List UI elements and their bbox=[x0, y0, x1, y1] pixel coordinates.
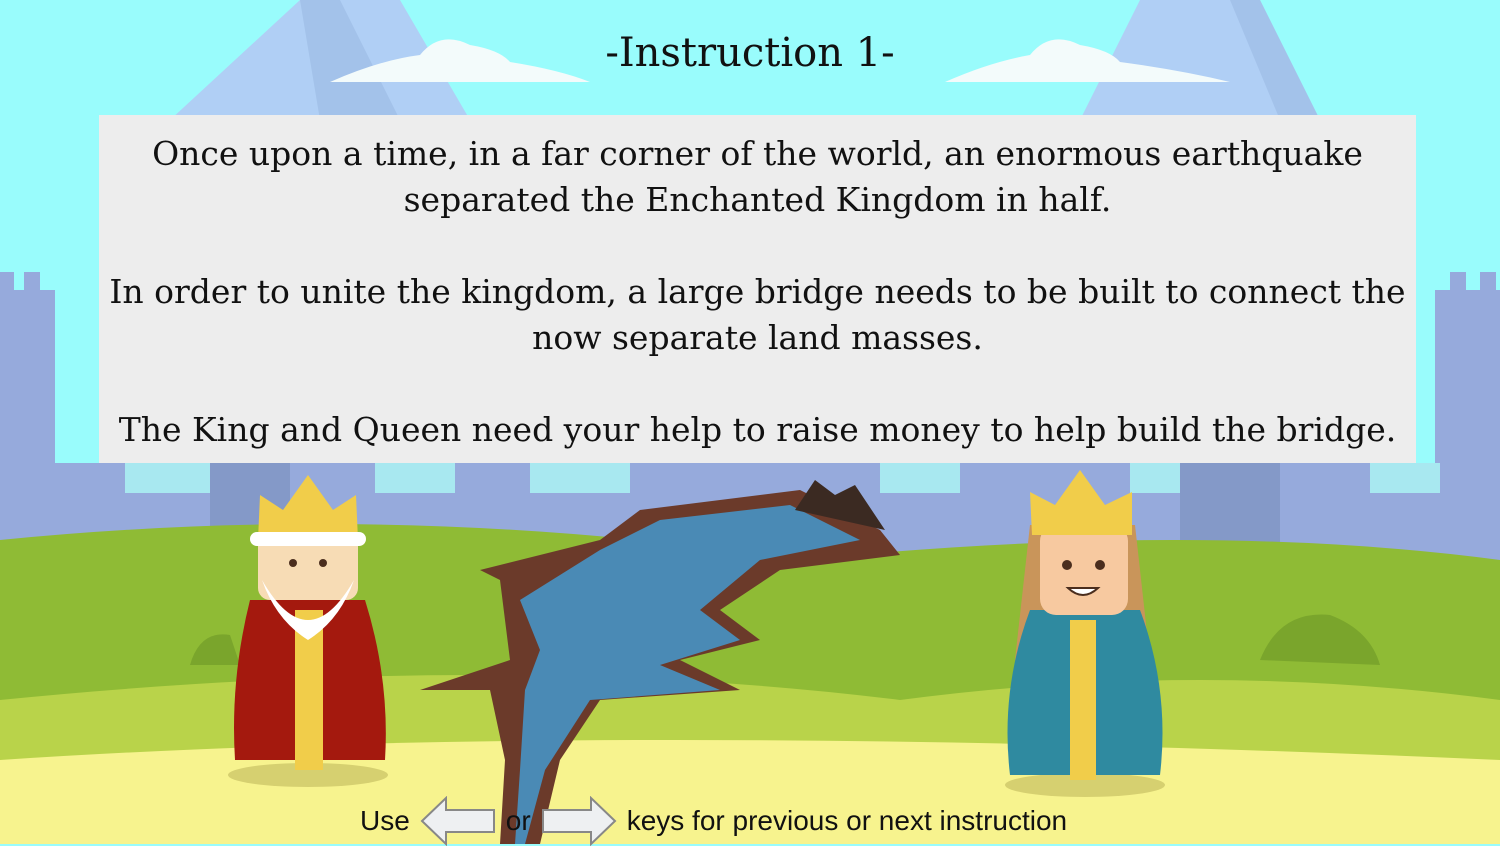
story-paragraph-3: The King and Queen need your help to rai… bbox=[118, 410, 1397, 449]
story-panel: Once upon a time, in a far corner of the… bbox=[99, 115, 1416, 463]
navigation-hint: Use or keys for previous or next instruc… bbox=[360, 796, 1067, 846]
story-paragraph-2-line-1: In order to unite the kingdom, a large b… bbox=[109, 272, 1406, 311]
hint-rest-text: keys for previous or next instruction bbox=[626, 805, 1068, 836]
story-paragraph-1-line-2: separated the Enchanted Kingdom in half. bbox=[403, 180, 1112, 219]
story-paragraph-1-line-1: Once upon a time, in a far corner of the… bbox=[152, 134, 1363, 173]
left-arrow-key-icon[interactable] bbox=[420, 796, 496, 846]
instruction-title: -Instruction 1- bbox=[605, 30, 895, 76]
story-paragraph-2-line-2: now separate land masses. bbox=[532, 318, 983, 357]
hint-or-text: or bbox=[505, 805, 531, 836]
hint-use-text: Use bbox=[360, 805, 410, 836]
right-arrow-key-icon[interactable] bbox=[541, 796, 617, 846]
